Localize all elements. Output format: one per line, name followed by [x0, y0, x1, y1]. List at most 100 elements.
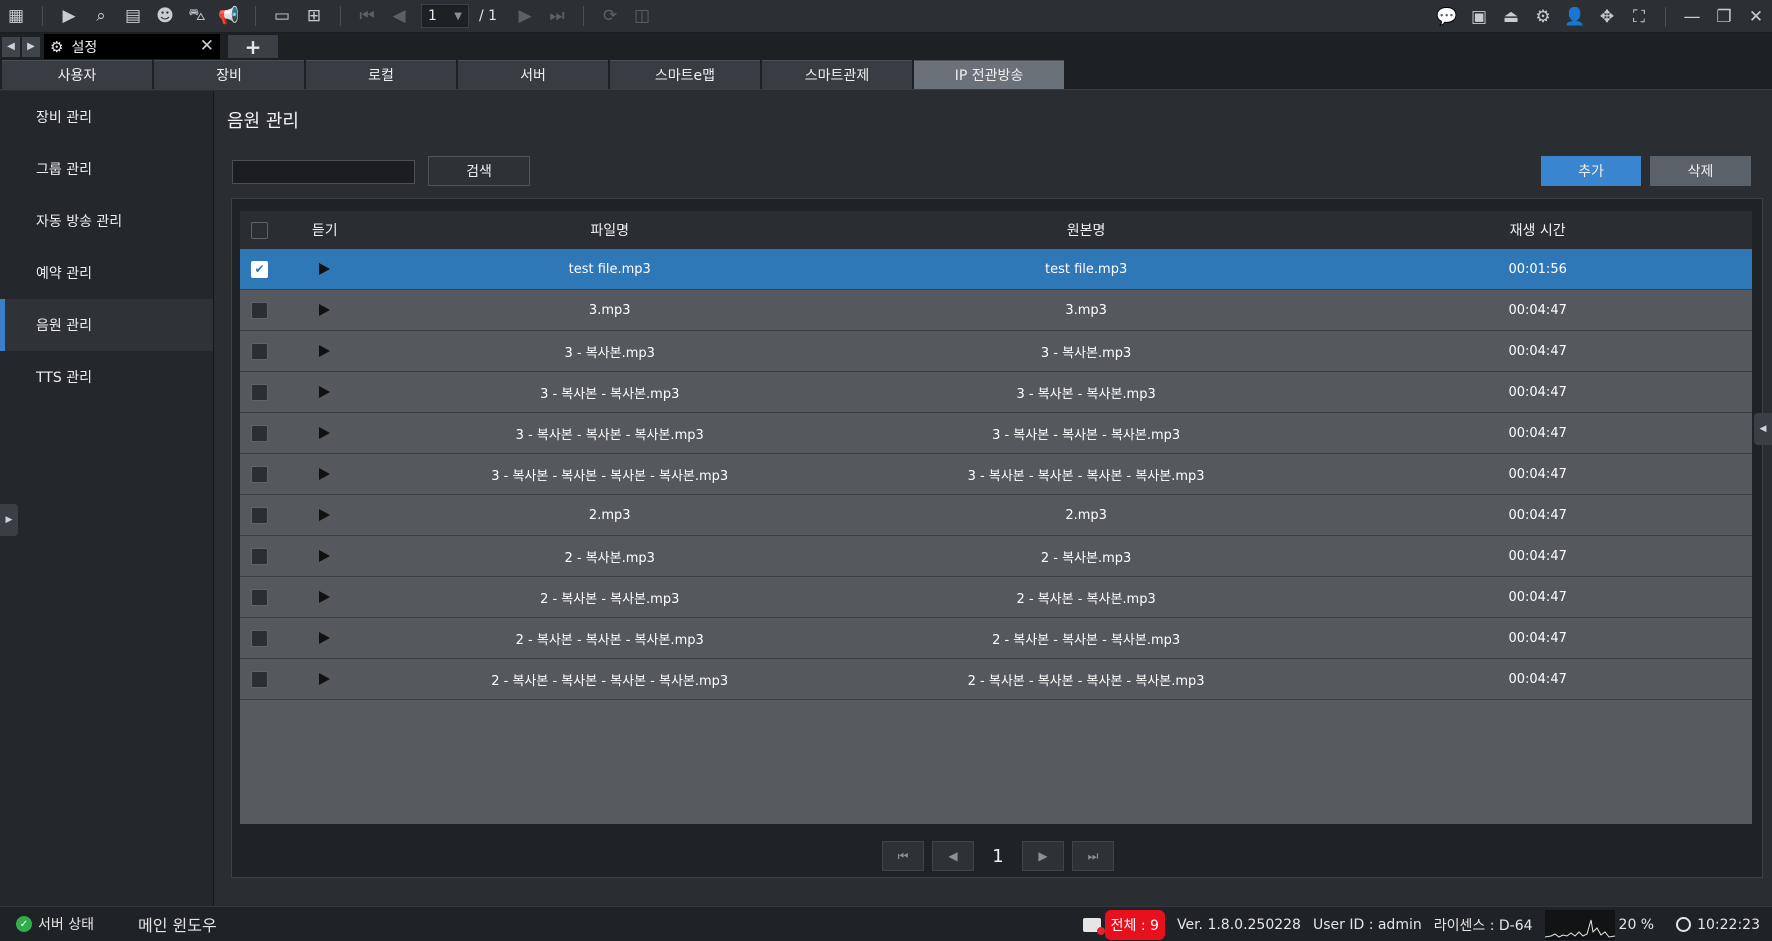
tab-settings[interactable]: ⚙ 설정 ✕ [44, 34, 220, 59]
first-page-button[interactable]: ⏮ [882, 841, 924, 871]
add-screen-icon[interactable]: ⊞ [299, 2, 329, 30]
header-duration[interactable]: 재생 시간 [1323, 220, 1752, 240]
prev-page-icon[interactable]: ◀ [384, 2, 414, 30]
sidebar-item[interactable]: 그룹 관리 [0, 143, 213, 195]
header-original[interactable]: 원본명 [849, 220, 1323, 240]
server-status[interactable]: 서버 상태 [38, 914, 94, 934]
row-checkbox[interactable] [250, 670, 268, 688]
chat-icon[interactable]: 💬 [1432, 3, 1462, 31]
row-checkbox[interactable] [250, 383, 268, 401]
status-right: 전체 : 9 Ver. 1.8.0.250228 User ID : admin… [1082, 907, 1772, 941]
right-panel-expand-icon[interactable]: ◀ [1754, 413, 1772, 445]
toolbar-separator [583, 6, 585, 26]
table-row[interactable]: 2.mp3 2.mp3 00:04:47 [240, 495, 1752, 536]
section-tab[interactable]: 장비 [154, 60, 304, 89]
section-tab[interactable]: 로컬 [306, 60, 456, 89]
play-icon[interactable] [319, 304, 331, 316]
section-tab[interactable]: 스마트관제 [762, 60, 912, 89]
person-search-icon[interactable]: ☻ [150, 2, 180, 30]
restore-icon[interactable]: ❐ [1709, 3, 1739, 31]
last-page-button[interactable]: ⏭ [1072, 841, 1114, 871]
play-icon[interactable] [319, 632, 331, 644]
delete-button[interactable]: 삭제 [1650, 156, 1751, 186]
search-input[interactable] [232, 160, 415, 184]
table-row[interactable]: 3 - 복사본 - 복사본 - 복사본.mp3 3 - 복사본 - 복사본 - 복… [240, 413, 1752, 454]
section-tab[interactable]: 서버 [458, 60, 608, 89]
table-row[interactable]: ✔ test file.mp3 test file.mp3 00:01:56 [240, 249, 1752, 290]
sidebar-expand-icon[interactable]: ▶ [0, 504, 18, 536]
row-checkbox[interactable] [250, 342, 268, 360]
prev-page-button[interactable]: ◀ [932, 841, 974, 871]
table-row[interactable]: 3 - 복사본.mp3 3 - 복사본.mp3 00:04:47 [240, 331, 1752, 372]
sidebar-item[interactable]: 음원 관리 [0, 299, 213, 351]
row-checkbox[interactable] [250, 424, 268, 442]
tab-scroll-right-icon[interactable]: ▶ [22, 36, 40, 57]
search-playback-icon[interactable]: ⌕ [86, 2, 116, 30]
play-icon[interactable] [319, 550, 331, 562]
total-event-badge[interactable]: 전체 : 9 [1104, 909, 1165, 940]
play-icon[interactable] [319, 345, 331, 357]
sidebar-item[interactable]: 장비 관리 [0, 91, 213, 143]
broadcast-icon[interactable]: 📢 [214, 2, 244, 30]
row-checkbox[interactable] [250, 506, 268, 524]
last-page-icon[interactable]: ⏭ [542, 2, 572, 30]
row-checkbox[interactable] [250, 301, 268, 319]
cell-duration: 00:04:47 [1508, 466, 1567, 482]
cell-duration: 00:01:56 [1508, 261, 1567, 277]
section-tab[interactable]: 스마트e맵 [610, 60, 760, 89]
sidebar-item[interactable]: 예약 관리 [0, 247, 213, 299]
cell-filename: 2 - 복사본 - 복사본 - 복사본 - 복사본.mp3 [491, 673, 729, 689]
play-video-icon[interactable]: ▶ [54, 2, 84, 30]
sidebar-item[interactable]: TTS 관리 [0, 351, 213, 403]
calendar-icon[interactable]: ▤ [118, 2, 148, 30]
current-page[interactable]: 1 [978, 846, 1018, 867]
alarm-icon[interactable]: ⏏ [1496, 3, 1526, 31]
play-icon[interactable] [319, 509, 331, 521]
move-icon[interactable]: ✥ [1592, 3, 1622, 31]
play-icon[interactable] [319, 427, 331, 439]
add-tab-button[interactable]: + [228, 35, 278, 59]
minimize-icon[interactable]: — [1677, 3, 1707, 31]
event-alert-icon[interactable] [1082, 917, 1105, 935]
table-row[interactable]: 2 - 복사본.mp3 2 - 복사본.mp3 00:04:47 [240, 536, 1752, 577]
row-checkbox[interactable] [250, 547, 268, 565]
table-row[interactable]: 2 - 복사본 - 복사본 - 복사본.mp3 2 - 복사본 - 복사본 - 복… [240, 618, 1752, 659]
table-row[interactable]: 3.mp3 3.mp3 00:04:47 [240, 290, 1752, 331]
table-row[interactable]: 2 - 복사본 - 복사본 - 복사본 - 복사본.mp3 2 - 복사본 - 복… [240, 659, 1752, 700]
select-all-checkbox[interactable] [250, 221, 268, 239]
refresh-icon[interactable]: ⟳ [595, 2, 625, 30]
grid-menu-icon[interactable]: ▦ [1, 2, 31, 30]
search-button[interactable]: 검색 [428, 156, 530, 186]
play-icon[interactable] [319, 263, 331, 275]
table-row[interactable]: 2 - 복사본 - 복사본.mp3 2 - 복사본 - 복사본.mp3 00:04:… [240, 577, 1752, 618]
row-checkbox[interactable] [250, 588, 268, 606]
play-icon[interactable] [319, 386, 331, 398]
snapshot-icon[interactable]: ◫ [627, 2, 657, 30]
row-checkbox[interactable] [250, 629, 268, 647]
page-selector[interactable]: 1 ▼ [421, 4, 469, 28]
next-page-icon[interactable]: ▶ [510, 2, 540, 30]
section-tab[interactable]: 사용자 [2, 60, 152, 89]
sidebar-item[interactable]: 자동 방송 관리 [0, 195, 213, 247]
user-icon[interactable]: 👤 [1560, 3, 1590, 31]
close-icon[interactable]: ✕ [200, 36, 214, 56]
add-button[interactable]: 추가 [1541, 156, 1641, 186]
header-filename[interactable]: 파일명 [371, 220, 849, 240]
monitor-settings-icon[interactable]: ▣ [1464, 3, 1494, 31]
section-tab[interactable]: IP 전관방송 [914, 60, 1064, 89]
next-page-button[interactable]: ▶ [1022, 841, 1064, 871]
play-icon[interactable] [319, 591, 331, 603]
play-icon[interactable] [319, 468, 331, 480]
first-page-icon[interactable]: ⏮ [352, 2, 382, 30]
tab-scroll-left-icon[interactable]: ◀ [2, 36, 20, 57]
gear-icon[interactable]: ⚙ [1528, 3, 1558, 31]
row-checkbox[interactable] [250, 465, 268, 483]
table-row[interactable]: 3 - 복사본 - 복사본.mp3 3 - 복사본 - 복사본.mp3 00:04:… [240, 372, 1752, 413]
play-icon[interactable] [319, 673, 331, 685]
close-window-icon[interactable]: ✕ [1741, 3, 1771, 31]
vehicle-icon[interactable]: ⛍ [182, 2, 212, 30]
layout-icon[interactable]: ▭ [267, 2, 297, 30]
row-checkbox[interactable]: ✔ [250, 260, 268, 278]
table-row[interactable]: 3 - 복사본 - 복사본 - 복사본 - 복사본.mp3 3 - 복사본 - 복… [240, 454, 1752, 495]
fullscreen-icon[interactable]: ⛶ [1624, 3, 1654, 31]
